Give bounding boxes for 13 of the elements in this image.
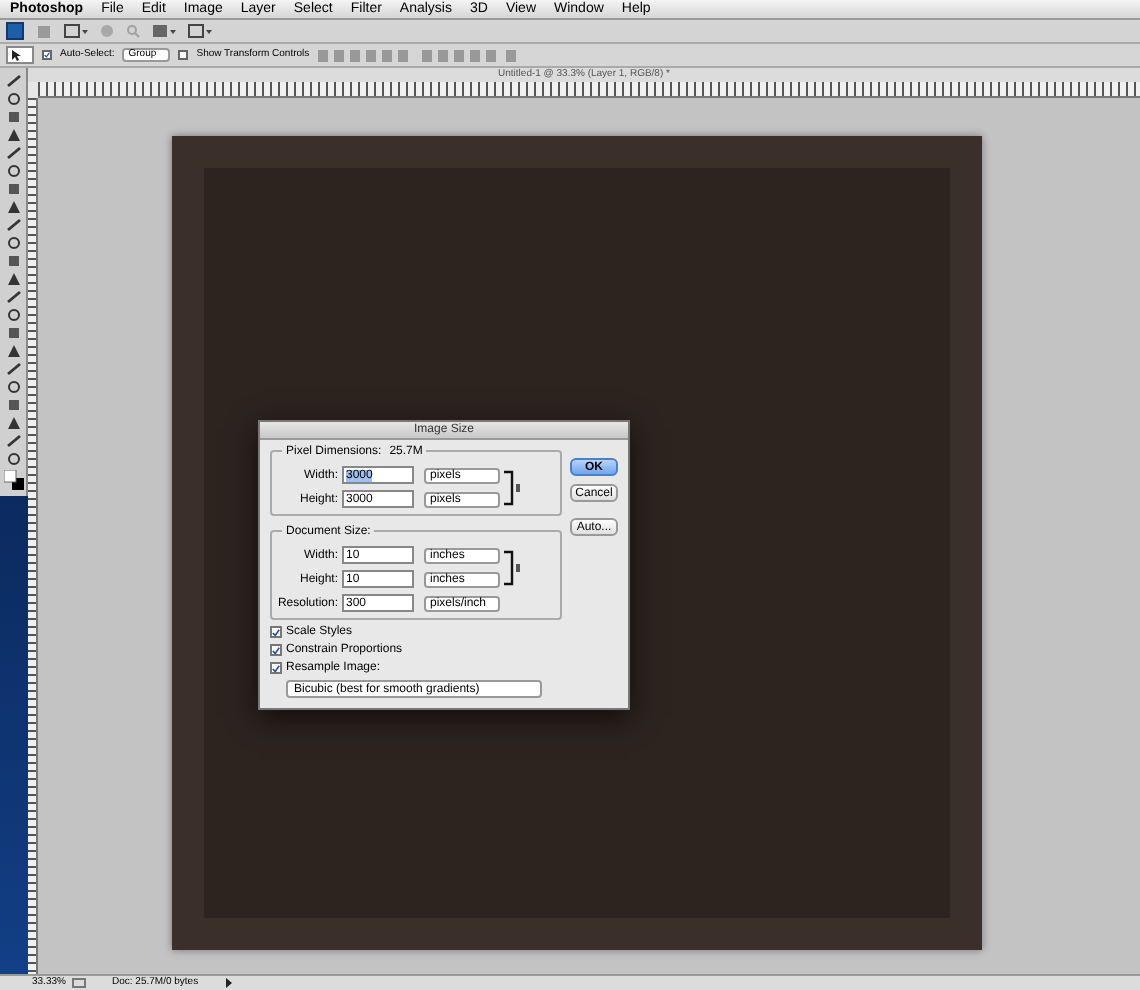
ruler-corner [28,82,38,98]
preview-icon [72,978,88,988]
show-transform-checkbox[interactable] [178,50,189,60]
move-tool-icon[interactable] [6,46,34,64]
checkbox[interactable] [270,662,282,674]
layout-icon[interactable] [188,23,212,39]
checkbox[interactable] [270,626,282,638]
auto-select-checkbox[interactable] [42,50,52,60]
color-swatches-icon[interactable] [3,470,23,490]
screen-mode-icon[interactable] [64,23,88,39]
checkbox[interactable] [270,644,282,656]
arrange-icon[interactable] [152,23,176,39]
menu-arrow-icon[interactable] [224,978,234,988]
